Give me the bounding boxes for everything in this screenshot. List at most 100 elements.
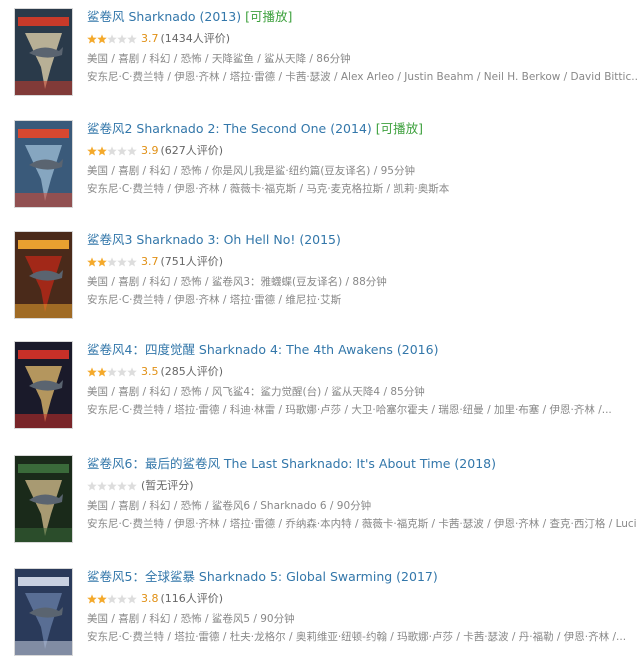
rating-line: 3.9 (627人评价) <box>87 143 640 159</box>
rating-score: 3.8 <box>141 592 159 605</box>
rating-line: 3.7 (1434人评价) <box>87 31 640 47</box>
star-rating <box>87 146 137 156</box>
star-icon <box>107 34 117 44</box>
poster-sharknado-4-icon <box>15 342 72 428</box>
star-icon <box>97 481 107 491</box>
star-icon <box>97 594 107 604</box>
star-icon <box>87 146 97 156</box>
movie-info: 鲨卷风5：全球鲨暴 Sharknado 5: Global Swarming (… <box>87 568 640 646</box>
star-rating <box>87 34 137 44</box>
rating-votes: (627人评价) <box>160 144 224 157</box>
star-icon <box>107 594 117 604</box>
movie-meta-genres: 美国 / 喜剧 / 科幻 / 恐怖 / 你是风儿我是鲨·纽约篇(豆友译名) / … <box>87 165 415 177</box>
movie-meta-cast: 安东尼·C·费兰特 / 伊恩·齐林 / 塔拉·雷德 / 卡茜·瑟波 / Alex… <box>87 71 637 83</box>
poster-sharknado-2-icon <box>15 121 72 207</box>
star-icon <box>87 367 97 377</box>
movie-poster[interactable] <box>14 568 73 656</box>
movie-result-item: 鲨卷风5：全球鲨暴 Sharknado 5: Global Swarming (… <box>0 568 640 668</box>
movie-meta-genres: 美国 / 喜剧 / 科幻 / 恐怖 / 鲨卷风6 / Sharknado 6 /… <box>87 500 372 512</box>
star-icon <box>97 34 107 44</box>
movie-meta-genres: 美国 / 喜剧 / 科幻 / 恐怖 / 鲨卷风3：雅蠛蝶(豆友译名) / 88分… <box>87 276 387 288</box>
star-icon <box>87 34 97 44</box>
star-icon <box>97 367 107 377</box>
movie-result-item: 鲨卷风6：最后的鲨卷风 The Last Sharknado: It's Abo… <box>0 455 640 555</box>
movie-title-link[interactable]: 鲨卷风 Sharknado (2013) <box>87 9 241 24</box>
movie-meta-genres: 美国 / 喜剧 / 科幻 / 恐怖 / 鲨卷风5 / 90分钟 <box>87 613 295 625</box>
poster-sharknado-6-icon <box>15 456 72 542</box>
movie-meta-cast: 安东尼·C·费兰特 / 伊恩·齐林 / 薇薇卡·福克斯 / 马克·麦克格拉斯 /… <box>87 183 450 195</box>
movie-title-link[interactable]: 鲨卷风3 Sharknado 3: Oh Hell No! (2015) <box>87 232 341 247</box>
star-icon <box>127 594 137 604</box>
playable-badge[interactable]: [可播放] <box>376 121 423 136</box>
movie-poster[interactable] <box>14 120 73 208</box>
movie-poster[interactable] <box>14 231 73 319</box>
title-line: 鲨卷风4：四度觉醒 Sharknado 4: The 4th Awakens (… <box>87 341 640 359</box>
movie-meta-cast: 安东尼·C·费兰特 / 塔拉·雷德 / 科迪·林雷 / 玛歌娜·卢莎 / 大卫·… <box>87 404 612 416</box>
star-icon <box>87 257 97 267</box>
star-icon <box>127 257 137 267</box>
rating-score: 3.5 <box>141 365 159 378</box>
rating-votes: (1434人评价) <box>160 32 231 45</box>
movie-meta-cast: 安东尼·C·费兰特 / 伊恩·齐林 / 塔拉·雷德 / 乔纳森·本内特 / 薇薇… <box>87 518 637 530</box>
star-icon <box>97 257 107 267</box>
playable-badge[interactable]: [可播放] <box>245 9 292 24</box>
movie-title-link[interactable]: 鲨卷风2 Sharknado 2: The Second One (2014) <box>87 121 372 136</box>
movie-info: 鲨卷风4：四度觉醒 Sharknado 4: The 4th Awakens (… <box>87 341 640 419</box>
star-rating <box>87 481 137 491</box>
star-icon <box>87 594 97 604</box>
rating-votes: (285人评价) <box>160 365 224 378</box>
star-icon <box>117 481 127 491</box>
title-line: 鲨卷风5：全球鲨暴 Sharknado 5: Global Swarming (… <box>87 568 640 586</box>
movie-result-item: 鲨卷风4：四度觉醒 Sharknado 4: The 4th Awakens (… <box>0 341 640 441</box>
movie-poster[interactable] <box>14 8 73 96</box>
star-icon <box>107 367 117 377</box>
title-line: 鲨卷风3 Sharknado 3: Oh Hell No! (2015) <box>87 231 640 249</box>
star-rating <box>87 257 137 267</box>
movie-result-item: 鲨卷风3 Sharknado 3: Oh Hell No! (2015) 3.7… <box>0 231 640 331</box>
star-rating <box>87 594 137 604</box>
star-icon <box>127 367 137 377</box>
star-icon <box>117 367 127 377</box>
movie-info: 鲨卷风 Sharknado (2013) [可播放] 3.7 (1434人评价) … <box>87 8 640 86</box>
rating-votes: (暂无评分) <box>141 479 194 492</box>
title-line: 鲨卷风6：最后的鲨卷风 The Last Sharknado: It's Abo… <box>87 455 640 473</box>
star-icon <box>117 34 127 44</box>
star-icon <box>117 146 127 156</box>
movie-title-link[interactable]: 鲨卷风4：四度觉醒 Sharknado 4: The 4th Awakens (… <box>87 342 438 357</box>
star-icon <box>107 146 117 156</box>
rating-score: 3.7 <box>141 32 159 45</box>
rating-line: 3.7 (751人评价) <box>87 254 640 270</box>
rating-votes: (751人评价) <box>160 255 224 268</box>
title-line: 鲨卷风2 Sharknado 2: The Second One (2014) [… <box>87 120 640 138</box>
star-icon <box>127 34 137 44</box>
movie-meta-genres: 美国 / 喜剧 / 科幻 / 恐怖 / 天降鲨鱼 / 鲨从天降 / 86分钟 <box>87 53 351 65</box>
rating-score: 3.7 <box>141 255 159 268</box>
star-icon <box>97 146 107 156</box>
star-icon <box>127 481 137 491</box>
rating-line: 3.5 (285人评价) <box>87 364 640 380</box>
movie-info: 鲨卷风3 Sharknado 3: Oh Hell No! (2015) 3.7… <box>87 231 640 309</box>
poster-sharknado-5-icon <box>15 569 72 655</box>
rating-score: 3.9 <box>141 144 159 157</box>
movie-meta-cast: 安东尼·C·费兰特 / 伊恩·齐林 / 塔拉·雷德 / 维尼拉·艾斯 <box>87 294 342 306</box>
star-icon <box>117 594 127 604</box>
poster-sharknado-3-icon <box>15 232 72 318</box>
movie-meta-genres: 美国 / 喜剧 / 科幻 / 恐怖 / 风飞鲨4：鲨力觉醒(台) / 鲨从天降4… <box>87 386 425 398</box>
movie-poster[interactable] <box>14 455 73 543</box>
title-line: 鲨卷风 Sharknado (2013) [可播放] <box>87 8 640 26</box>
movie-title-link[interactable]: 鲨卷风5：全球鲨暴 Sharknado 5: Global Swarming (… <box>87 569 438 584</box>
star-icon <box>117 257 127 267</box>
rating-votes: (116人评价) <box>160 592 224 605</box>
star-icon <box>127 146 137 156</box>
star-icon <box>107 481 117 491</box>
star-icon <box>107 257 117 267</box>
movie-meta-cast: 安东尼·C·费兰特 / 塔拉·雷德 / 杜夫·龙格尔 / 奥莉维亚·纽顿-约翰 … <box>87 631 627 643</box>
movie-info: 鲨卷风6：最后的鲨卷风 The Last Sharknado: It's Abo… <box>87 455 640 533</box>
rating-line: (暂无评分) <box>87 478 640 494</box>
movie-title-link[interactable]: 鲨卷风6：最后的鲨卷风 The Last Sharknado: It's Abo… <box>87 456 496 471</box>
star-rating <box>87 367 137 377</box>
movie-poster[interactable] <box>14 341 73 429</box>
star-icon <box>87 481 97 491</box>
poster-sharknado-1-icon <box>15 9 72 95</box>
movie-info: 鲨卷风2 Sharknado 2: The Second One (2014) [… <box>87 120 640 198</box>
